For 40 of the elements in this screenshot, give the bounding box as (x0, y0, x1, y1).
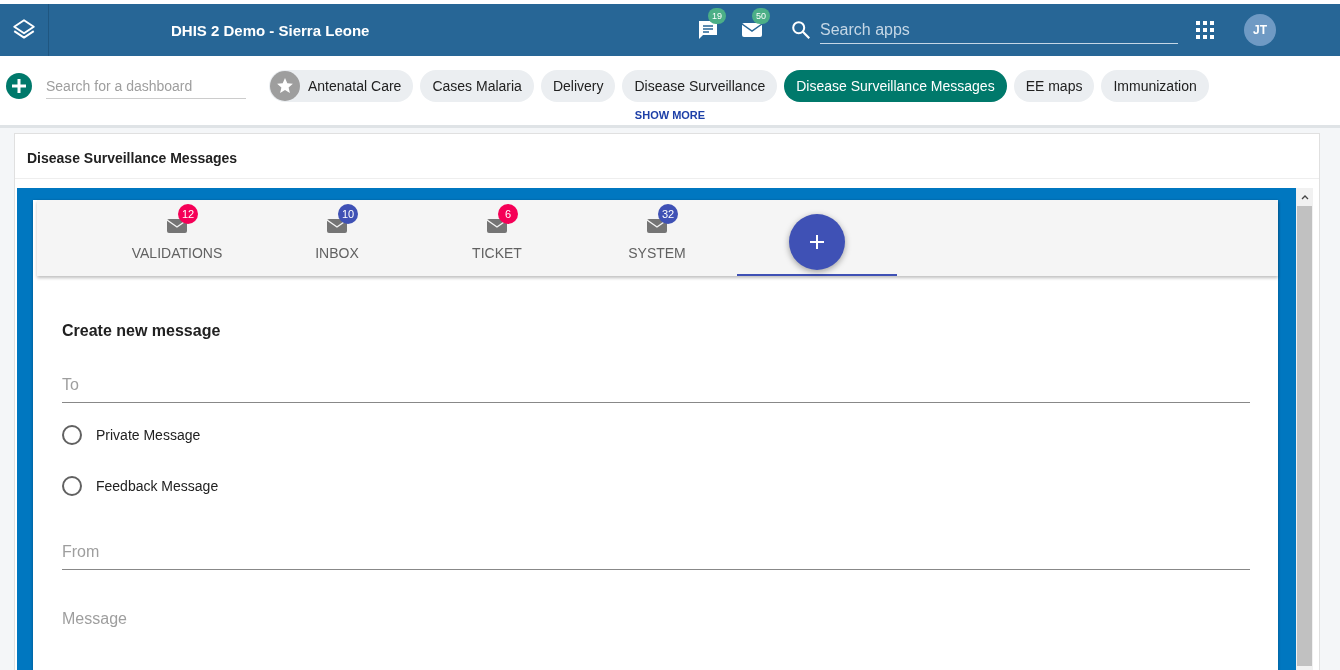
caret-up-icon[interactable] (1300, 194, 1309, 200)
count-badge: 6 (498, 204, 518, 224)
dashboard-chip[interactable]: Delivery (540, 70, 616, 102)
radio-label: Private Message (96, 426, 201, 443)
show-more-link[interactable]: SHOW MORE (0, 109, 1340, 121)
add-icon[interactable] (6, 73, 32, 99)
envelope-icon (166, 216, 188, 234)
count-badge: 10 (338, 204, 358, 224)
to-field[interactable]: To (62, 368, 1250, 403)
from-field[interactable]: From (62, 535, 1250, 570)
app-title: DHIS 2 Demo - Sierra Leone (171, 21, 371, 39)
dashboard-chip[interactable]: Disease Surveillance (622, 70, 778, 102)
form-heading: Create new message (62, 322, 222, 340)
dashboard-chip[interactable]: Antenatal Care (269, 70, 414, 102)
count-badge: 12 (178, 204, 198, 224)
radio-button[interactable] (62, 424, 82, 445)
chat-icon[interactable] (696, 18, 720, 42)
folder-tab[interactable]: 32 SYSTEM (577, 200, 737, 276)
folder-tab[interactable]: 10 INBOX (257, 200, 417, 276)
envelope-icon (646, 216, 668, 234)
envelope-icon (486, 216, 508, 234)
folder-tab[interactable]: 12 VALIDATIONS (97, 200, 257, 276)
envelope-icon (326, 216, 348, 234)
item-title: Disease Surveillance Messages (15, 134, 1319, 179)
message-field[interactable]: Message (62, 602, 1250, 636)
scrollbar[interactable] (1296, 188, 1313, 670)
dashboard-chip[interactable]: Disease Surveillance Messages (784, 70, 1007, 102)
radio-label: Feedback Message (96, 477, 219, 494)
notification-badge: 50 (752, 8, 770, 24)
dashboard-chip[interactable]: Cases Malaria (420, 70, 534, 102)
search-apps-field[interactable]: Search apps (820, 16, 1178, 44)
dashboard-chip[interactable]: EE maps (1013, 70, 1095, 102)
notification-badge: 19 (708, 8, 726, 24)
search-icon (790, 19, 812, 41)
count-badge: 32 (658, 204, 678, 224)
add-icon[interactable] (789, 214, 845, 270)
folder-tab[interactable]: 6 TICKET (417, 200, 577, 276)
dashboard-chip[interactable]: Immunization (1101, 70, 1209, 102)
radio-button[interactable] (62, 475, 82, 496)
apps-grid-icon[interactable] (1196, 21, 1214, 39)
